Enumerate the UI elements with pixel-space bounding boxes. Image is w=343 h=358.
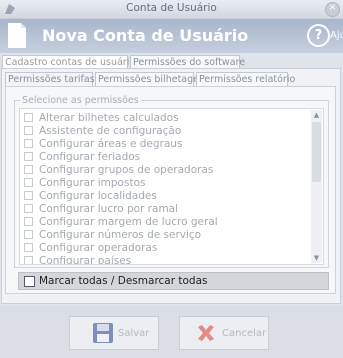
document-icon <box>8 23 26 48</box>
list-item[interactable]: Configurar grupos de operadoras <box>24 163 213 176</box>
vertical-scrollbar[interactable]: ▲ ▼ <box>311 110 322 263</box>
checkbox[interactable] <box>24 178 33 187</box>
checkbox[interactable] <box>24 204 33 213</box>
item-label: Alterar bilhetes calculados <box>39 111 179 124</box>
title-bar: Conta de Usuário × <box>0 0 343 19</box>
list-item[interactable]: Configurar feriados <box>24 150 140 163</box>
tab-permissoes-software[interactable]: Permissões do software <box>130 55 245 69</box>
checkbox[interactable] <box>24 139 33 148</box>
item-label: Configurar margem de lucro geral <box>39 215 218 228</box>
select-all-checkbox[interactable] <box>24 275 35 287</box>
close-button[interactable]: × <box>325 2 340 17</box>
list-item[interactable]: Configurar operadoras <box>24 241 157 254</box>
checkbox[interactable] <box>24 217 33 226</box>
item-label: Configurar números de serviço <box>39 228 202 241</box>
page-title: Nova Conta de Usuário <box>42 26 249 45</box>
cancel-x-icon <box>198 325 214 341</box>
list-item[interactable]: Configurar países <box>24 254 132 265</box>
footer-bar <box>0 306 343 358</box>
checkbox[interactable] <box>24 113 33 122</box>
checkbox[interactable] <box>24 126 33 135</box>
tab-permissoes-tarifas[interactable]: Permissões tarifas <box>5 72 95 86</box>
list-item[interactable]: Alterar bilhetes calculados <box>24 111 179 124</box>
permissions-list[interactable]: Alterar bilhetes calculados Assistente d… <box>19 108 324 265</box>
scroll-down-icon[interactable]: ▼ <box>311 253 322 263</box>
item-label: Configurar grupos de operadoras <box>39 163 214 176</box>
header-banner: Nova Conta de Usuário ? Ajuda <box>0 19 343 53</box>
select-all-toggle[interactable]: Marcar todas / Desmarcar todas <box>18 272 329 290</box>
list-item[interactable]: Configurar números de serviço <box>24 228 201 241</box>
checkbox[interactable] <box>24 256 33 264</box>
list-item[interactable]: Configurar lucro por ramal <box>24 202 178 215</box>
list-item[interactable]: Configurar áreas e degraus <box>24 137 182 150</box>
item-label: Configurar operadoras <box>39 241 158 254</box>
save-label: Salvar <box>118 328 150 339</box>
item-label: Configurar lucro por ramal <box>39 202 179 215</box>
permissions-legend: Selecione as permissões <box>20 95 141 106</box>
item-label: Configurar impostos <box>39 176 146 189</box>
help-icon: ? <box>307 24 330 47</box>
tab-permissoes-relatorio[interactable]: Permissões relatório <box>196 72 295 86</box>
floppy-disk-icon <box>93 323 113 343</box>
checkbox[interactable] <box>24 191 33 200</box>
cancel-label: Cancelar <box>222 328 267 339</box>
tab-permissoes-bilhetagem[interactable]: Permissões bilhetagem <box>95 72 208 86</box>
close-icon: × <box>328 2 337 13</box>
tab-cadastro-contas[interactable]: Cadastro contas de usuários <box>2 55 140 69</box>
list-item[interactable]: Configurar localidades <box>24 189 157 202</box>
list-item[interactable]: Assistente de configuração <box>24 124 181 137</box>
checkbox[interactable] <box>24 243 33 252</box>
item-label: Assistente de configuração <box>39 124 182 137</box>
list-item[interactable]: Configurar margem de lucro geral <box>24 215 218 228</box>
select-all-label: Marcar todas / Desmarcar todas <box>39 275 208 287</box>
checkbox[interactable] <box>24 152 33 161</box>
list-item[interactable]: Configurar impostos <box>24 176 145 189</box>
item-label: Configurar países <box>39 254 132 265</box>
scroll-thumb[interactable] <box>312 122 321 182</box>
scroll-up-icon[interactable]: ▲ <box>311 110 322 120</box>
window-title: Conta de Usuário <box>126 2 217 14</box>
item-label: Configurar áreas e degraus <box>39 137 183 150</box>
cancel-button[interactable]: Cancelar <box>179 316 269 350</box>
item-label: Configurar feriados <box>39 150 141 163</box>
item-label: Configurar localidades <box>39 189 157 202</box>
checkbox[interactable] <box>24 230 33 239</box>
checkbox[interactable] <box>24 165 33 174</box>
save-button[interactable]: Salvar <box>69 316 159 350</box>
help-label: Ajuda <box>330 30 343 41</box>
